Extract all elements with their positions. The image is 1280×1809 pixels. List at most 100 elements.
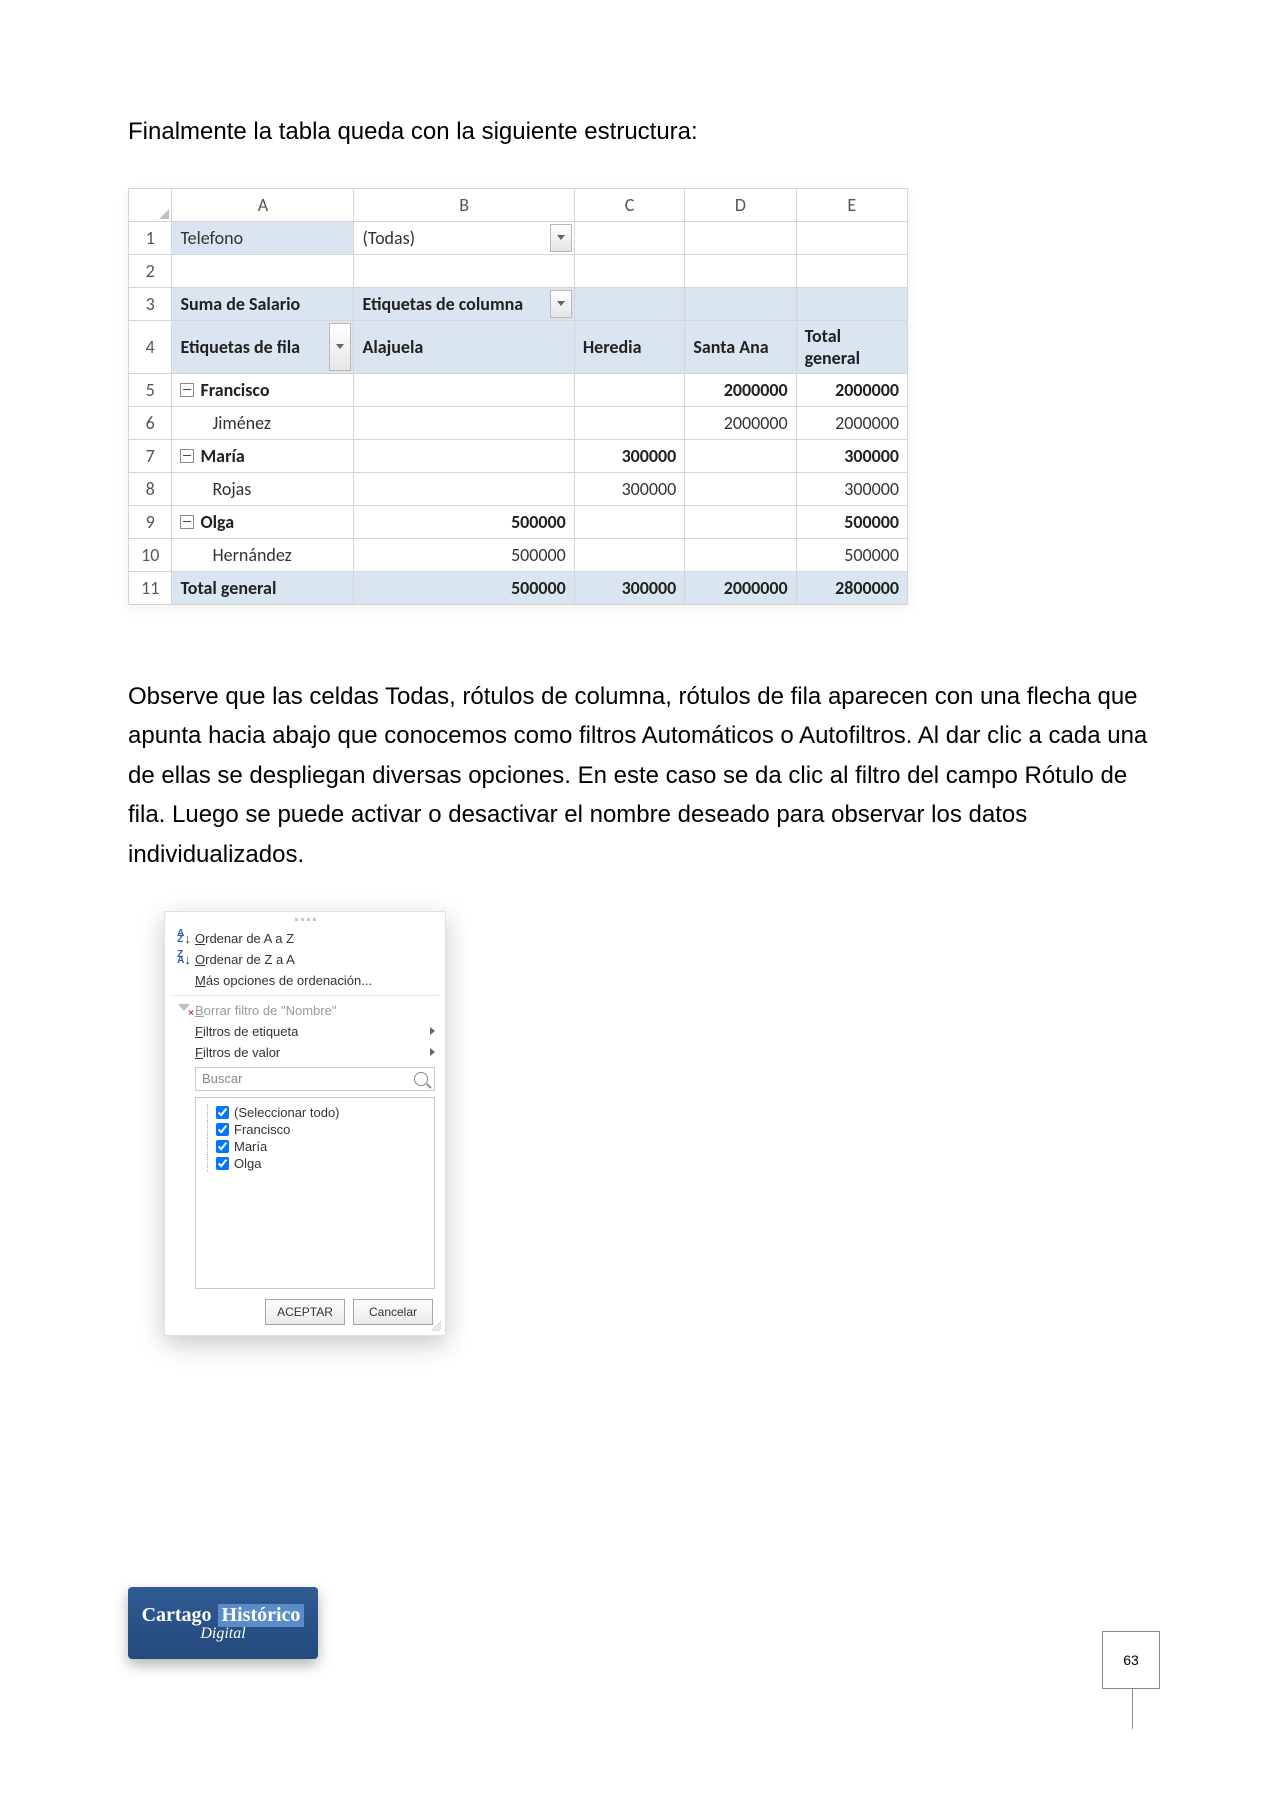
row-label[interactable]: María: [172, 439, 354, 472]
row-number[interactable]: 3: [129, 287, 172, 320]
cell-heredia: [574, 406, 685, 439]
label-filters-label: Filtros de etiqueta: [195, 1024, 424, 1039]
row-number[interactable]: 8: [129, 472, 172, 505]
cell-santaana: [685, 472, 796, 505]
cell-total: 300000: [796, 472, 907, 505]
grand-total-santaana: 2000000: [685, 571, 796, 604]
select-all-label: (Seleccionar todo): [234, 1105, 340, 1120]
col-santaana: Santa Ana: [685, 320, 796, 373]
tree-item[interactable]: Olga: [204, 1155, 426, 1172]
logo-word-digital: Digital: [200, 1625, 245, 1643]
col-header-C[interactable]: C: [574, 188, 685, 221]
accept-button[interactable]: ACEPTAR: [265, 1299, 345, 1325]
filter-value-todas[interactable]: (Todas): [354, 221, 574, 254]
checkbox-item[interactable]: [216, 1123, 229, 1136]
row-labels-dropdown[interactable]: Etiquetas de fila: [172, 320, 354, 373]
suma-salario-label: Suma de Salario: [172, 287, 354, 320]
dropdown-icon[interactable]: [329, 323, 351, 371]
sort-desc-item[interactable]: ZA↓ Ordenar de Z a A: [165, 949, 445, 970]
grand-total-heredia: 300000: [574, 571, 685, 604]
menu-separator: [171, 995, 439, 996]
cell-alajuela: [354, 439, 574, 472]
value-filters-label: Filtros de valor: [195, 1045, 424, 1060]
filter-value-label: (Todas): [362, 227, 415, 249]
cancel-button[interactable]: Cancelar: [353, 1299, 433, 1325]
checkbox-item[interactable]: [216, 1157, 229, 1170]
column-labels-text: Etiquetas de columna: [362, 293, 523, 315]
row-number[interactable]: 9: [129, 505, 172, 538]
sort-desc-label: Ordenar de Z a A: [195, 952, 435, 967]
row-number[interactable]: 4: [129, 320, 172, 373]
cell-santaana: [685, 538, 796, 571]
more-sort-label: Más opciones de ordenación...: [195, 973, 435, 988]
col-total: Total general: [796, 320, 907, 373]
filter-field-telefono: Telefono: [172, 221, 354, 254]
col-header-B[interactable]: B: [354, 188, 574, 221]
cell-alajuela: [354, 472, 574, 505]
checkbox-item[interactable]: [216, 1140, 229, 1153]
grand-total-all: 2800000: [796, 571, 907, 604]
row-label[interactable]: Jiménez: [172, 406, 354, 439]
cell-santaana: 2000000: [685, 373, 796, 406]
row-label[interactable]: Francisco: [172, 373, 354, 406]
row-number[interactable]: 6: [129, 406, 172, 439]
resize-handle[interactable]: [431, 1321, 441, 1331]
cell-santaana: 2000000: [685, 406, 796, 439]
row-number[interactable]: 7: [129, 439, 172, 472]
column-labels-dropdown[interactable]: Etiquetas de columna: [354, 287, 574, 320]
sort-asc-item[interactable]: AZ↓ Ordenar de A a Z: [165, 928, 445, 949]
page-number: 63: [1102, 1631, 1160, 1689]
collapse-icon[interactable]: [180, 383, 194, 397]
select-all-corner[interactable]: [129, 188, 172, 221]
col-header-D[interactable]: D: [685, 188, 796, 221]
filter-search-input[interactable]: Buscar: [195, 1067, 435, 1091]
search-icon: [414, 1072, 428, 1086]
pivot-table-screenshot: A B C D E 1 Telefono (Todas) 2 3: [128, 188, 908, 605]
tree-item-label: Francisco: [234, 1122, 290, 1137]
col-header-E[interactable]: E: [796, 188, 907, 221]
tree-item[interactable]: Francisco: [204, 1121, 426, 1138]
row-label[interactable]: Rojas: [172, 472, 354, 505]
row-number[interactable]: 10: [129, 538, 172, 571]
cell-alajuela: [354, 406, 574, 439]
label-filters-item[interactable]: Filtros de etiqueta: [165, 1021, 445, 1042]
collapse-icon[interactable]: [180, 515, 194, 529]
row-label[interactable]: Olga: [172, 505, 354, 538]
search-placeholder: Buscar: [202, 1071, 414, 1086]
submenu-arrow-icon: [430, 1027, 435, 1035]
col-heredia: Heredia: [574, 320, 685, 373]
checkbox-select-all[interactable]: [216, 1106, 229, 1119]
cell-total: 500000: [796, 538, 907, 571]
clear-filter-label: Borrar filtro de "Nombre": [195, 1003, 435, 1018]
sort-asc-icon: AZ: [177, 931, 184, 946]
body-paragraph-2: Observe que las celdas Todas, rótulos de…: [128, 677, 1152, 875]
logo-word-historico: Histórico: [218, 1604, 305, 1627]
row-label[interactable]: Hernández: [172, 538, 354, 571]
cell-total: 2000000: [796, 406, 907, 439]
row-number[interactable]: 2: [129, 254, 172, 287]
sort-desc-icon: ZA: [177, 952, 184, 967]
grip-handle[interactable]: [165, 918, 445, 924]
dropdown-icon[interactable]: [550, 290, 572, 318]
row-number[interactable]: 1: [129, 221, 172, 254]
tree-item-select-all[interactable]: (Seleccionar todo): [204, 1104, 426, 1121]
cell-total: 500000: [796, 505, 907, 538]
collapse-icon[interactable]: [180, 449, 194, 463]
col-header-A[interactable]: A: [172, 188, 354, 221]
sort-asc-label: Ordenar de A a Z: [195, 931, 435, 946]
cell-heredia: 300000: [574, 439, 685, 472]
value-filters-item[interactable]: Filtros de valor: [165, 1042, 445, 1063]
more-sort-options-item[interactable]: Más opciones de ordenación...: [165, 970, 445, 991]
tree-item[interactable]: María: [204, 1138, 426, 1155]
row-number[interactable]: 11: [129, 571, 172, 604]
logo-word-cartago: Cartago: [142, 1604, 212, 1627]
dropdown-icon[interactable]: [550, 224, 572, 252]
clear-filter-icon: ×: [178, 1004, 190, 1016]
row-number[interactable]: 5: [129, 373, 172, 406]
cell-heredia: 300000: [574, 472, 685, 505]
grand-total-alajuela: 500000: [354, 571, 574, 604]
cell-santaana: [685, 505, 796, 538]
col-alajuela: Alajuela: [354, 320, 574, 373]
filter-values-tree[interactable]: (Seleccionar todo) FranciscoMaríaOlga: [195, 1097, 435, 1289]
cell-heredia: [574, 538, 685, 571]
